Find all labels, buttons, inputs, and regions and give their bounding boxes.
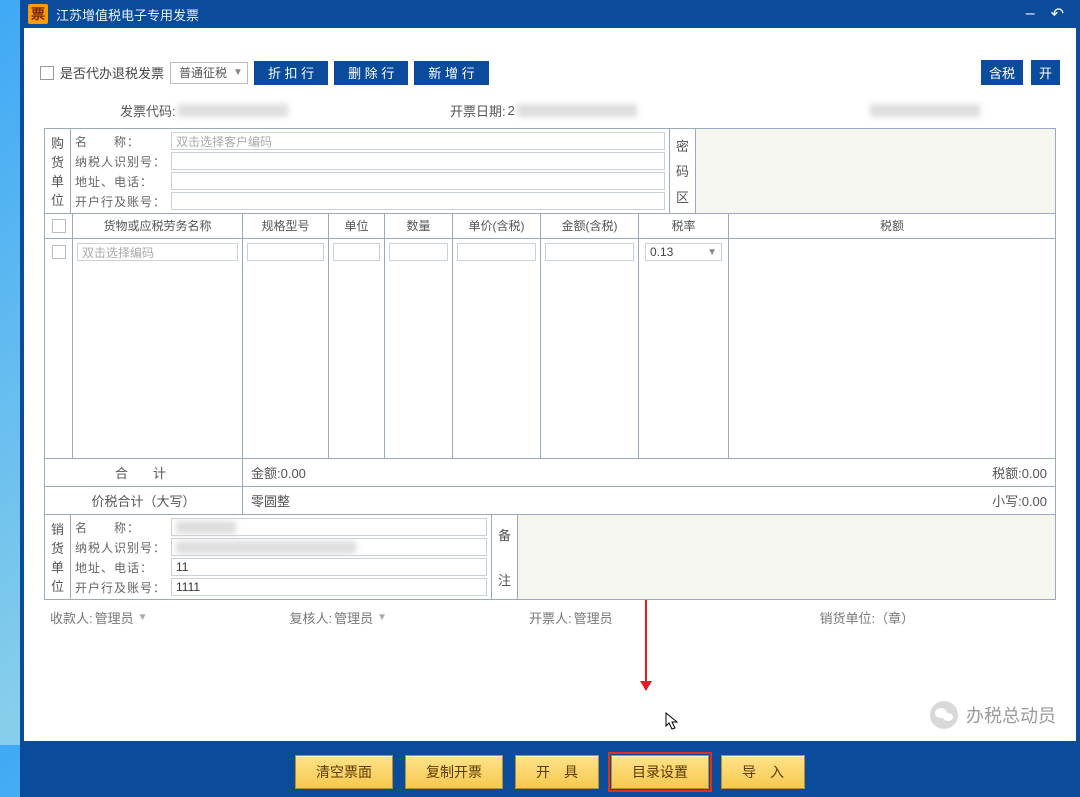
invoice-header: 发票代码: 开票日期: 2 [40,93,1060,128]
remark-area[interactable] [517,515,1055,599]
annotation-arrow-icon [645,600,647,690]
goods-qty-input[interactable] [389,243,448,261]
sum-label: 合 计 [45,459,243,486]
goods-amount-input[interactable] [545,243,634,261]
goods-spec-input[interactable] [247,243,324,261]
tax-inclusive-toggle[interactable]: 含税 [981,60,1023,85]
payee-label: 收款人: [50,608,93,627]
open-status-tag: 开 [1031,60,1060,85]
refund-checkbox-label: 是否代办退税发票 [60,63,164,82]
buyer-bank-input[interactable] [171,192,665,210]
title-bar: 票 江苏增值税电子专用发票 – ↶ [20,0,1080,28]
buyer-addr-input[interactable] [171,172,665,190]
add-row-button[interactable]: 新 增 行 [414,61,488,85]
buyer-section: 购 货 单 位 名 称： 双击选择客户编码 纳税人识别号： 地址、电话 [45,129,1055,214]
app-logo-icon: 票 [28,4,48,24]
refund-checkbox[interactable] [40,66,54,80]
signature-row: 收款人: 管理员▼ 复核人: 管理员▼ 开票人: 管理员 销货单位:（章） [40,600,1060,631]
buyer-bank-label: 开户行及账号： [75,193,171,210]
seller-name-input[interactable] [171,518,487,536]
minimize-button[interactable]: – [1018,5,1043,23]
row-checkbox[interactable] [52,245,66,259]
seller-taxid-input[interactable] [171,538,487,556]
reviewer-select[interactable]: 管理员▼ [334,608,387,627]
col-spec: 规格型号 [243,214,329,238]
password-area [695,129,1055,213]
col-rate: 税率 [639,214,729,238]
col-tax: 税额 [729,214,1055,238]
chevron-down-icon: ▼ [233,67,243,78]
chevron-down-icon: ▼ [707,247,717,258]
seller-section-label: 销 货 单 位 [45,515,71,599]
col-price: 单价(含税) [453,214,541,238]
watermark-text: 办税总动员 [966,702,1056,728]
discount-row-button[interactable]: 折 扣 行 [254,61,328,85]
goods-name-input[interactable]: 双击选择编码 [77,243,238,261]
seller-name-label: 名 称： [75,519,171,536]
buyer-taxid-input[interactable] [171,152,665,170]
seller-bank-input[interactable]: 1111 [171,578,487,596]
chevron-down-icon: ▼ [138,612,148,623]
invoice-code-label: 发票代码: [120,101,176,120]
payee-select[interactable]: 管理员▼ [95,608,148,627]
invoice-form: 购 货 单 位 名 称： 双击选择客户编码 纳税人识别号： 地址、电话 [44,128,1056,600]
seller-section: 销 货 单 位 名 称： 纳税人识别号： 地址、电话： [45,515,1055,599]
buyer-name-label: 名 称： [75,133,171,150]
buyer-taxid-label: 纳税人识别号： [75,153,171,170]
watermark: 办税总动员 [930,701,1056,729]
issuer-label: 开票人: [529,608,572,627]
import-button[interactable]: 导 入 [721,755,805,789]
seller-seal-label: 销货单位:（章） [819,608,914,627]
bottom-action-bar: 清空票面 复制开票 开 具 目录设置 导 入 [20,745,1080,797]
issue-button[interactable]: 开 具 [515,755,599,789]
copy-invoice-button[interactable]: 复制开票 [405,755,503,789]
buyer-name-input[interactable]: 双击选择客户编码 [171,132,665,150]
total-upper: 零圆整 [243,487,984,514]
sum-row: 合 计 金额:0.00 税额:0.00 [45,459,1055,487]
col-unit: 单位 [329,214,385,238]
seller-taxid-label: 纳税人识别号： [75,539,171,556]
goods-table: 货物或应税劳务名称 规格型号 单位 数量 单价(含税) 金额(含税) 税率 税额… [45,214,1055,459]
tax-type-value: 普通征税 [179,64,227,81]
toolbar: 是否代办退税发票 普通征税 ▼ 折 扣 行 删 除 行 新 增 行 含税 开 [40,60,1060,85]
wechat-icon [930,701,958,729]
issuer-value: 管理员 [574,608,613,627]
catalog-settings-button[interactable]: 目录设置 [611,755,709,789]
window-title: 江苏增值税电子专用发票 [56,5,1018,24]
goods-header-row: 货物或应税劳务名称 规格型号 单位 数量 单价(含税) 金额(含税) 税率 税额 [45,214,1055,239]
buyer-section-label: 购 货 单 位 [45,129,71,213]
col-goods-name: 货物或应税劳务名称 [73,214,243,238]
goods-price-input[interactable] [457,243,536,261]
seller-bank-label: 开户行及账号： [75,579,171,596]
tax-rate-value: 0.13 [650,245,673,259]
invoice-date-value [517,104,637,117]
sum-amount: 金额:0.00 [243,459,984,486]
goods-unit-input[interactable] [333,243,380,261]
col-qty: 数量 [385,214,453,238]
total-row: 价税合计（大写） 零圆整 小写:0.00 [45,487,1055,515]
reviewer-label: 复核人: [289,608,332,627]
clear-button[interactable]: 清空票面 [295,755,393,789]
password-section-label: 密 码 区 [669,129,695,213]
remark-section-label: 备 注 [491,515,517,599]
seller-addr-input[interactable]: 11 [171,558,487,576]
invoice-date-label: 开票日期: [450,101,506,120]
header-checkbox[interactable] [52,219,66,233]
sum-tax: 税额:0.00 [984,459,1055,486]
invoice-date-prefix: 2 [508,103,515,118]
tax-type-select[interactable]: 普通征税 ▼ [170,62,248,84]
seller-addr-label: 地址、电话： [75,559,171,576]
delete-row-button[interactable]: 删 除 行 [334,61,408,85]
back-button[interactable]: ↶ [1043,4,1072,24]
tax-rate-select[interactable]: 0.13 ▼ [645,243,722,261]
invoice-number-value [870,104,980,117]
invoice-code-value [178,104,288,117]
total-lower: 小写:0.00 [984,487,1055,514]
col-amount: 金额(含税) [541,214,639,238]
buyer-addr-label: 地址、电话： [75,173,171,190]
total-label: 价税合计（大写） [45,487,243,514]
chevron-down-icon: ▼ [377,612,387,623]
